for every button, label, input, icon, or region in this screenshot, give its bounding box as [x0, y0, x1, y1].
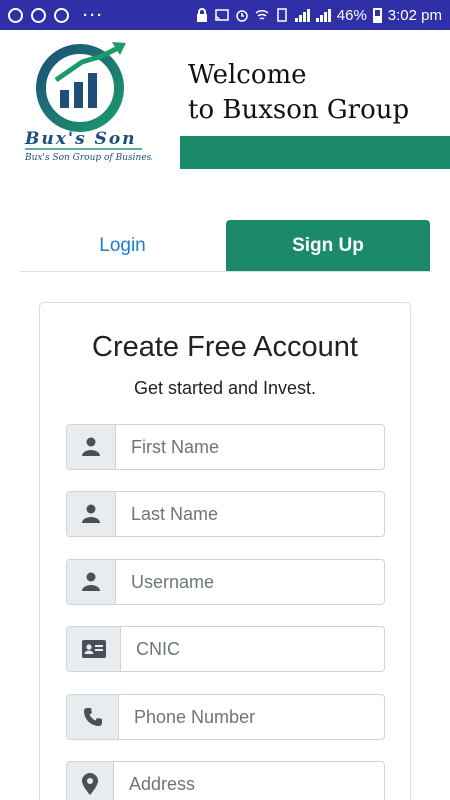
address-input[interactable] [114, 762, 384, 800]
cnic-input[interactable] [121, 627, 384, 671]
first-name-field [66, 424, 385, 470]
sim-icon [277, 8, 287, 22]
id-card-icon [67, 627, 121, 671]
status-right: 46% 3:02 pm [195, 7, 442, 24]
last-name-input[interactable] [116, 492, 384, 536]
user-icon [67, 425, 116, 469]
signup-card: Create Free Account Get started and Inve… [39, 302, 411, 800]
auth-tabs: Login Sign Up [20, 220, 430, 272]
alarm-icon [236, 10, 248, 22]
map-marker-icon [67, 762, 114, 800]
status-left: ··· [8, 7, 104, 24]
logo: Bux's Son Bux's Son Group of Businesses [24, 42, 152, 163]
address-field [66, 761, 385, 800]
battery-icon [372, 7, 382, 23]
form-subtitle: Get started and Invest. [133, 378, 317, 398]
battery-percent: 46% [336, 6, 367, 24]
aperture-icon [8, 7, 23, 23]
username-field [66, 559, 385, 605]
lock-icon [196, 8, 207, 22]
user-icon [67, 560, 116, 604]
last-name-field [66, 491, 385, 537]
welcome-accent-bar [180, 136, 450, 169]
signal-icon [315, 8, 331, 22]
cast-icon [215, 9, 229, 21]
user-icon [67, 492, 116, 536]
clock: 3:02 pm [387, 6, 442, 24]
chrome-icon [31, 7, 46, 23]
wifi-icon [255, 9, 269, 20]
first-name-input[interactable] [116, 425, 384, 469]
tab-signup[interactable]: Sign Up [226, 220, 430, 271]
logo-tagline: Bux's Son Group of Businesses [24, 153, 152, 163]
sync-icon [54, 7, 69, 23]
welcome-line-1: Welcome [188, 60, 307, 90]
phone-field [66, 694, 385, 740]
welcome-line-2: to Buxson Group [188, 95, 410, 125]
phone-input[interactable] [119, 695, 384, 739]
cnic-field [66, 626, 385, 672]
logo-wordmark: Bux's Son [24, 129, 137, 149]
username-input[interactable] [116, 560, 384, 604]
welcome-heading: Welcome to Buxson Group [188, 58, 409, 128]
tab-login[interactable]: Login [20, 220, 225, 271]
form-title: Create Free Account [92, 331, 358, 363]
more-notifications-icon: ··· [83, 6, 104, 24]
phone-icon [67, 695, 119, 739]
signal-icon [294, 8, 310, 22]
status-bar: ··· 46% 3:02 pm [0, 0, 450, 30]
